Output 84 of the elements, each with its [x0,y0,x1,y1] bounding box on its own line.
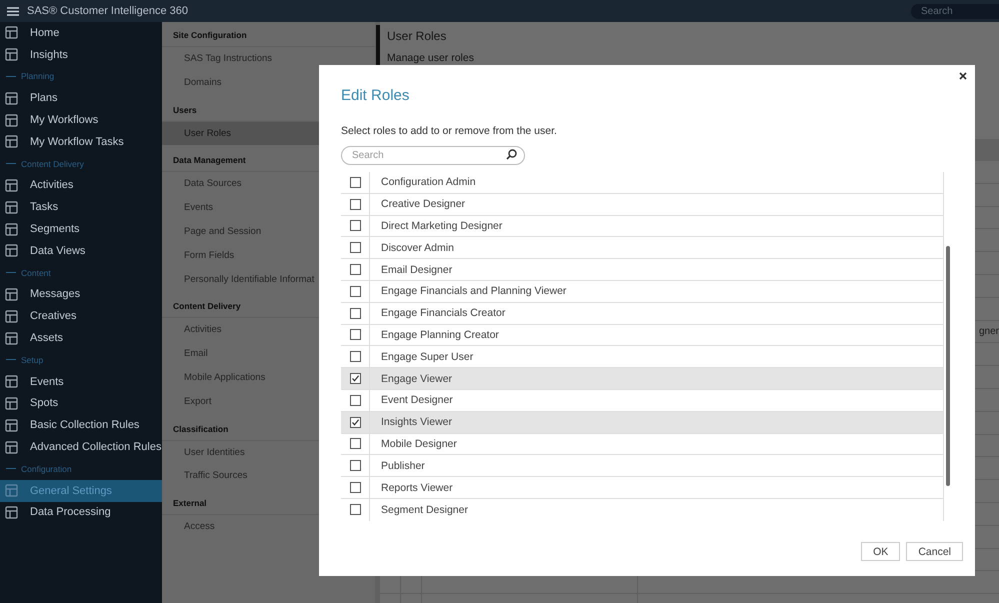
role-name: Discover Admin [381,242,454,254]
checkbox[interactable] [350,198,360,210]
grid-icon [5,92,18,105]
grid-icon [5,48,18,62]
app-title: SAS® Customer Intelligence 360 [27,5,189,17]
sidebar-item[interactable]: Messages [0,284,162,306]
checkbox[interactable] [350,308,360,319]
checkbox[interactable] [350,286,360,297]
grid-icon [5,332,18,345]
checkbox[interactable] [350,264,360,276]
grid-icon [5,288,18,301]
sidebar-item[interactable]: Home [0,22,162,44]
role-name: Engage Super User [381,350,474,363]
grid-icon [5,135,18,148]
role-name: Publisher [381,460,425,472]
role-name: Email Designer [381,264,452,276]
sidebar-item[interactable]: Tasks [0,196,162,218]
grid-icon [5,418,18,432]
dialog-button[interactable]: OK [861,542,900,561]
sidebar-item[interactable]: Basic Collection Rules [0,414,162,436]
grid-icon [5,375,18,388]
grid-icon [5,26,18,40]
sidebar-item[interactable]: Segments [0,218,162,240]
grid-icon [5,396,18,410]
grid-icon [5,244,18,258]
checkbox[interactable] [350,460,360,472]
role-name: Creative Designer [381,198,466,210]
grid-icon [5,222,18,236]
dialog-button[interactable]: Cancel [906,542,963,561]
checkbox[interactable] [350,242,360,254]
sidebar-item[interactable]: Insights [0,44,162,66]
checkbox[interactable] [350,394,360,406]
sidebar-item[interactable]: Data Views [0,240,162,262]
role-name: Reports Viewer [381,482,453,494]
checkbox[interactable] [350,482,360,494]
role-name: Engage Financials and Planning Viewer [381,285,566,298]
checkbox[interactable] [350,416,360,428]
sidebar-item[interactable]: Creatives [0,305,162,328]
group-heading: Site Configuration [162,22,375,47]
grid-icon [5,114,18,127]
close-button[interactable] [957,70,969,82]
checkbox[interactable] [350,504,360,516]
page-subtitle: Manage user roles [387,52,474,64]
role-name: Engage Viewer [381,372,452,385]
sidebar-item[interactable]: Assets [0,327,162,349]
section-label: Content [21,268,51,278]
section-label: Content Delivery [21,158,84,169]
role-name: Segment Designer [381,504,468,516]
checkbox[interactable] [350,438,360,450]
table-cell: gner [979,326,999,337]
grid-icon [5,200,18,214]
role-name: Insights Viewer [381,416,452,428]
grid-icon [5,484,18,498]
grid-icon [5,178,18,192]
role-name: Configuration Admin [381,176,476,188]
section-label: Configuration [21,464,72,474]
search-field[interactable]: Search [341,146,525,165]
role-name: Direct Marketing Designer [381,220,502,232]
role-name: Engage Financials Creator [381,307,506,320]
checkbox[interactable] [350,351,360,362]
grid-icon [5,506,18,519]
sidebar-item[interactable]: My Workflow Tasks [0,130,162,153]
sidebar-item[interactable]: Spots [0,392,162,414]
search-icon [506,149,517,160]
sidebar-item[interactable]: Events [0,370,162,393]
role-name: Event Designer [381,394,453,406]
sidebar-item[interactable]: My Workflows [0,109,162,131]
section-label: Planning [21,71,54,82]
section-label: Setup [21,354,44,365]
grid-icon [5,440,18,454]
sidebar-item[interactable]: Activities [0,174,162,196]
role-name: Engage Planning Creator [381,328,499,341]
checkbox[interactable] [350,373,360,384]
checkbox[interactable] [350,176,360,188]
search-field[interactable]: Search [911,4,999,18]
role-name: Mobile Designer [381,438,457,450]
page-title: User Roles [387,28,448,43]
sidebar-item[interactable]: Data Processing [0,502,162,524]
grid-icon [5,310,18,323]
checkbox[interactable] [350,329,360,340]
menu-icon[interactable] [7,6,19,16]
sidebar-item[interactable]: Advanced Collection Rules [0,436,162,458]
checkbox[interactable] [350,220,360,232]
sidebar-item[interactable]: Plans [0,87,162,110]
